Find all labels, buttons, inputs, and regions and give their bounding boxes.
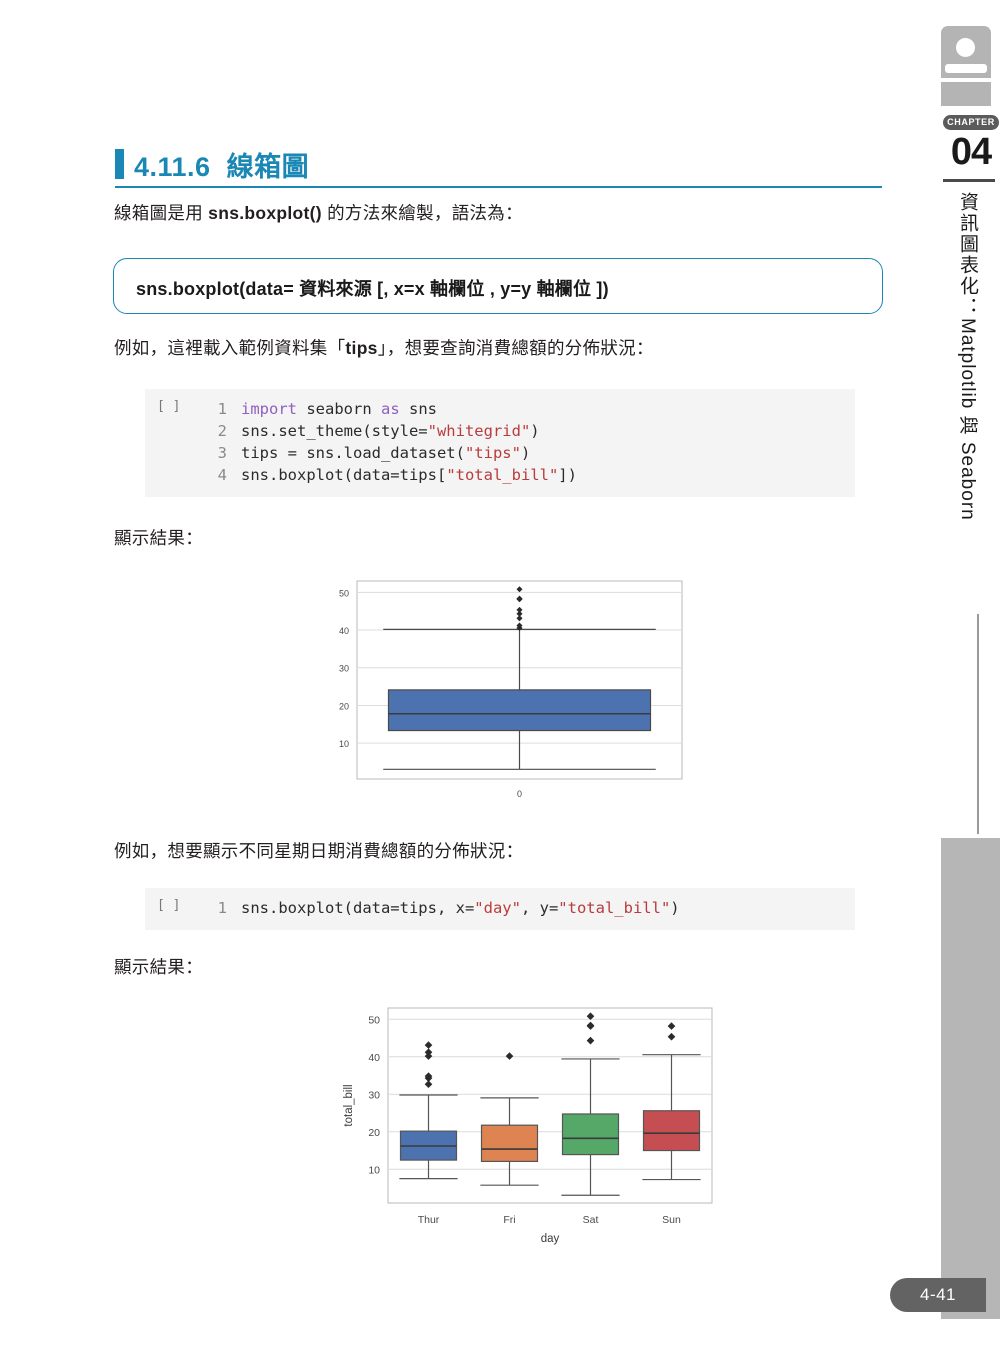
example2-paragraph: 例如，想要顯示不同星期日期消費總額的分佈狀況：: [114, 841, 524, 861]
code-lines-2: 1 sns.boxplot(data=tips, x="day", y="tota…: [197, 897, 680, 919]
boxplot-chart-1: 10 20 30 40 50 0: [320, 575, 690, 815]
code-line: 1 import seaborn as sns: [197, 398, 577, 420]
y-tick-label: 10: [339, 739, 349, 749]
y-tick-label: 20: [339, 701, 349, 711]
result2-label: 顯示結果：: [114, 957, 203, 977]
intro-pre: 線箱圖是用: [114, 203, 209, 223]
y-tick-label: 30: [339, 664, 349, 674]
x-tick-label: Fri: [503, 1214, 515, 1226]
code-token: import: [241, 400, 307, 418]
x-axis-label: day: [541, 1233, 560, 1245]
heading-accent-bar: [115, 149, 124, 179]
code-line-number: 1: [217, 899, 227, 917]
chapter-number: 04: [950, 131, 992, 173]
code-token: ): [520, 444, 531, 462]
section-heading: 4.11.6 線箱圖: [115, 145, 885, 187]
x-tick-label: Sun: [662, 1214, 681, 1226]
code-token: "total_bill": [446, 466, 559, 484]
code-token: as: [380, 400, 409, 418]
x-tick-label: Sat: [583, 1214, 599, 1226]
y-tick-label: 10: [368, 1164, 380, 1176]
x-tick-label: Thur: [418, 1214, 440, 1226]
boxplot-svg: 10 20 30 40 50 total_bill Thur Fri Sat Sun day: [343, 1007, 713, 1245]
code-lines-1: 1 import seaborn as sns 2 sns.set_theme(sty…: [197, 398, 577, 486]
tab-gap: [941, 78, 991, 82]
sidebar-title-latin: Matplotlib 與 Seaborn: [957, 318, 978, 521]
box-rect: [642, 1110, 701, 1152]
code-line: 2 sns.set_theme(style="whitegrid"): [197, 420, 577, 442]
intro-paragraph: 線箱圖是用 sns.boxplot() 的方法來繪製，語法為：: [114, 200, 523, 226]
sidebar-grey-bar: [941, 838, 1000, 1319]
intro-bold: sns.boxplot(): [208, 203, 322, 223]
code-line-number: 4: [217, 466, 227, 484]
y-tick-label: 40: [368, 1052, 380, 1064]
page-title: 4.11.6 線箱圖: [134, 145, 309, 184]
intro-post: 的方法來繪製，語法為：: [321, 203, 523, 223]
box-rect: [480, 1124, 539, 1163]
example1-paragraph: 例如，這裡載入範例資料集「tips」，想要查詢消費總額的分佈狀況：: [114, 335, 654, 361]
chapter-label: CHAPTER: [943, 115, 999, 130]
syntax-text: sns.boxplot(data= 資料來源 [, x=x 軸欄位 , y=y …: [136, 279, 609, 299]
heading-number: 4.11.6: [134, 152, 211, 182]
page-content: 4.11.6 線箱圖 線箱圖是用 sns.boxplot() 的方法來繪製，語法…: [0, 0, 900, 1353]
sidebar-vertical-title: 資訊圖表化：Matplotlib 與 Seaborn: [950, 192, 984, 521]
code-line: 1 sns.boxplot(data=tips, x="day", y="tota…: [197, 897, 680, 919]
code-token: tips = sns.load_dataset(: [241, 444, 465, 462]
code-token: "tips": [464, 444, 521, 462]
code-token: "total_bill": [558, 899, 671, 917]
x-tick-label: 0: [517, 789, 522, 799]
code-block-2[interactable]: [ ] 1 sns.boxplot(data=tips, x="day", y="…: [145, 888, 855, 930]
box-rect: [387, 689, 652, 732]
box-rect: [561, 1113, 620, 1156]
code-block-1[interactable]: [ ] 1 import seaborn as sns 2 sns.set_theme…: [145, 389, 855, 497]
syntax-callout: sns.boxplot(data= 資料來源 [, x=x 軸欄位 , y=y …: [113, 258, 883, 314]
chapter-divider: [943, 179, 995, 182]
y-tick-label: 40: [339, 626, 349, 636]
sidebar-rule: [977, 614, 979, 834]
code-token: ): [670, 899, 680, 917]
code-token: seaborn: [306, 400, 381, 418]
code-token: sns.boxplot(data=tips[: [241, 466, 447, 484]
code-line-number: 2: [217, 422, 227, 440]
chapter-tab-icon: [941, 26, 991, 106]
y-tick-label: 50: [339, 588, 349, 598]
y-tick-label: 50: [368, 1014, 380, 1026]
code-token: , y=: [520, 899, 559, 917]
code-token: "whitegrid": [427, 422, 531, 440]
sidebar-title-cjk: 資訊圖表化：: [957, 192, 978, 318]
boxplot-chart-2: 10 20 30 40 50 total_bill Thur Fri Sat Sun day: [340, 1000, 715, 1255]
page-number: 4-41: [890, 1278, 986, 1312]
code-line-number: 1: [217, 400, 227, 418]
code-line-number: 3: [217, 444, 227, 462]
code-line: 3 tips = sns.load_dataset("tips"): [197, 442, 577, 464]
example1-pre: 例如，這裡載入範例資料集「: [114, 338, 346, 358]
example1-post: 」，想要查詢消費總額的分佈狀況：: [377, 338, 654, 358]
boxplot-svg: 10 20 30 40 50 0: [339, 580, 683, 799]
code-token: ): [530, 422, 540, 440]
code-prompt-1[interactable]: [ ]: [157, 399, 180, 414]
code-token: sns.boxplot(data=tips, x=: [241, 899, 475, 917]
code-line: 4 sns.boxplot(data=tips["total_bill"]): [197, 464, 577, 486]
code-token: "day": [474, 899, 521, 917]
code-token: ]): [558, 466, 577, 484]
code-token: sns.set_theme(style=: [241, 422, 428, 440]
code-prompt-2[interactable]: [ ]: [157, 898, 180, 913]
plot-area: [387, 1007, 713, 1204]
y-tick-label: 30: [368, 1089, 380, 1101]
code-token: sns: [408, 400, 437, 418]
person-shoulder-icon: [945, 64, 987, 73]
person-head-icon: [956, 38, 975, 57]
heading-underline: [115, 186, 882, 188]
example1-bold: tips: [345, 338, 378, 358]
y-axis-label: total_bill: [343, 1084, 355, 1126]
y-tick-label: 20: [368, 1127, 380, 1139]
heading-title: 線箱圖: [226, 152, 310, 182]
result1-label: 顯示結果：: [114, 528, 203, 548]
